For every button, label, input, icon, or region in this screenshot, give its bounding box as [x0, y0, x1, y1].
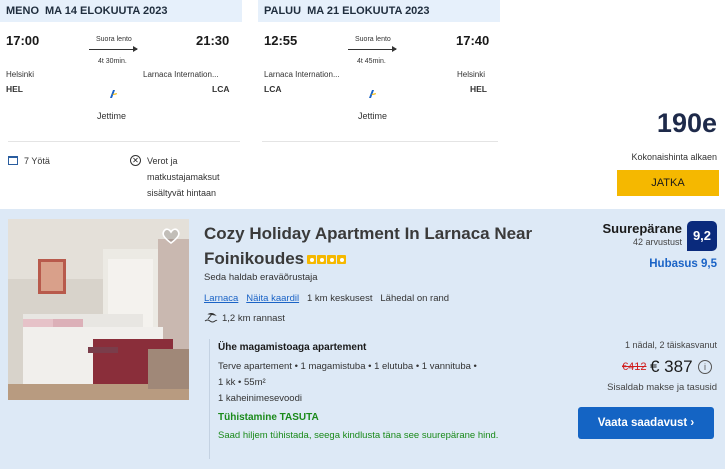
return-direct-label: Suora lento: [355, 36, 391, 43]
location-row: Larnaca Näita kaardil 1 km keskusest Läh…: [204, 293, 449, 304]
outbound-to-city: Larnaca Internation...: [143, 70, 219, 79]
taxes-included-icon: ✕: [130, 155, 141, 166]
outbound-route-arrow-icon: [89, 46, 138, 52]
comfort-score: Hubasus 9,5: [649, 258, 717, 270]
outbound-airline: Jettime: [97, 111, 127, 121]
return-depart-time: 12:55: [264, 33, 298, 48]
outbound-header: MENO MA 14 ELOKUUTA 2023: [0, 0, 242, 22]
rating-word: Suurepärane: [602, 221, 682, 236]
continue-button[interactable]: JATKA: [617, 170, 719, 196]
price-info-icon[interactable]: i: [698, 360, 712, 374]
beach-distance: 1,2 km rannast: [222, 313, 285, 324]
return-to-city: Helsinki: [457, 70, 486, 79]
star-icon: [337, 255, 347, 265]
map-link[interactable]: Näita kaardil: [246, 293, 299, 304]
score-badge: 9,2: [687, 221, 717, 251]
return-airline: Jettime: [358, 111, 388, 121]
search-result-page: MENO MA 14 ELOKUUTA 2023 17:00 21:30 Suo…: [0, 0, 725, 469]
package-price: 190e: [656, 108, 717, 138]
hotel-title-line-1: Cozy Holiday Apartment In Larnaca Near: [204, 224, 533, 243]
return-header: PALUU MA 21 ELOKUUTA 2023: [258, 0, 500, 22]
divider: [262, 141, 498, 142]
room-type: Ühe magamistoaga apartement: [218, 342, 367, 353]
free-cancellation: Tühistamine TASUTA: [218, 412, 319, 423]
divider: [209, 339, 210, 459]
return-duration: 4t 45min.: [357, 58, 386, 65]
beach-row: 1,2 km rannast: [204, 313, 285, 324]
hotel-title-row-2: Foinikoudes: [204, 246, 584, 271]
room-description-line-3: 1 kaheinimesevoodi: [218, 393, 302, 404]
return-arrive-time: 17:40: [456, 33, 490, 48]
outbound-duration: 4t 30min.: [98, 58, 127, 65]
beach-icon: [204, 313, 218, 323]
jettime-logo-icon: [110, 90, 117, 98]
hotel-card: Cozy Holiday Apartment In Larnaca Near F…: [0, 209, 725, 469]
star-icon: [327, 255, 337, 265]
current-price: € 387: [650, 357, 693, 376]
price-includes: Sisaldab makse ja tasusid: [607, 382, 717, 393]
return-from-code: LCA: [264, 84, 282, 94]
return-route-arrow-icon: [348, 46, 397, 52]
taxes-line-1: Verot ja: [147, 156, 178, 166]
bedroom-photo-image: [8, 219, 189, 400]
room-description-line-2: 1 kk • 55m²: [218, 377, 266, 388]
return-to-code: HEL: [470, 84, 487, 94]
star-icon: [317, 255, 327, 265]
return-from-city: Larnaca Internation...: [264, 70, 340, 79]
location-link[interactable]: Larnaca: [204, 293, 238, 304]
outbound-to-code: LCA: [212, 84, 230, 94]
managed-by: Seda haldab eraväõrustaja: [204, 272, 318, 283]
return-direction-label: PALUU: [264, 5, 302, 17]
taxes-line-3: sisältyvät hintaan: [147, 188, 217, 198]
total-price-label: Kokonaishinta alkaen: [631, 152, 717, 162]
divider: [8, 141, 240, 142]
outbound-flight-panel: MENO MA 14 ELOKUUTA 2023 17:00 21:30 Suo…: [0, 0, 242, 140]
calendar-icon: [8, 156, 18, 165]
hotel-photo[interactable]: [8, 219, 189, 400]
favorite-heart-icon[interactable]: [161, 227, 181, 245]
taxes-info: Verot ja matkustajamaksut sisältyvät hin…: [147, 153, 220, 201]
outbound-direction-label: MENO: [6, 5, 39, 17]
room-description-line-1: Terve apartement • 1 magamistuba • 1 elu…: [218, 361, 477, 372]
outbound-date: MA 14 ELOKUUTA 2023: [45, 5, 168, 17]
hotel-title-line-2: Foinikoudes: [204, 249, 305, 268]
center-distance: 1 km keskusest: [307, 293, 373, 304]
hotel-title[interactable]: Cozy Holiday Apartment In Larnaca Near F…: [204, 221, 584, 271]
taxes-line-2: matkustajamaksut: [147, 172, 220, 182]
outbound-from-city: Helsinki: [6, 70, 35, 79]
nights-count: 7 Yötä: [24, 156, 50, 166]
outbound-direct-label: Suora lento: [96, 36, 132, 43]
star-rating: [307, 255, 347, 265]
outbound-arrive-time: 21:30: [196, 33, 230, 48]
review-count[interactable]: 42 arvustust: [633, 237, 682, 247]
beach-near: Lähedal on rand: [380, 293, 450, 304]
star-icon: [307, 255, 317, 265]
outbound-from-code: HEL: [6, 84, 23, 94]
return-flight-panel: PALUU MA 21 ELOKUUTA 2023 12:55 17:40 Su…: [258, 0, 500, 140]
return-date: MA 21 ELOKUUTA 2023: [307, 5, 430, 17]
see-availability-button[interactable]: Vaata saadavust ›: [578, 407, 714, 439]
old-price: €412: [622, 361, 647, 373]
stay-info: 1 nädal, 2 täiskasvanut: [624, 340, 717, 350]
outbound-depart-time: 17:00: [6, 33, 40, 48]
jettime-logo-icon: [369, 90, 376, 98]
free-cancellation-desc: Saad hiljem tühistada, seega kindlusta t…: [218, 430, 499, 441]
